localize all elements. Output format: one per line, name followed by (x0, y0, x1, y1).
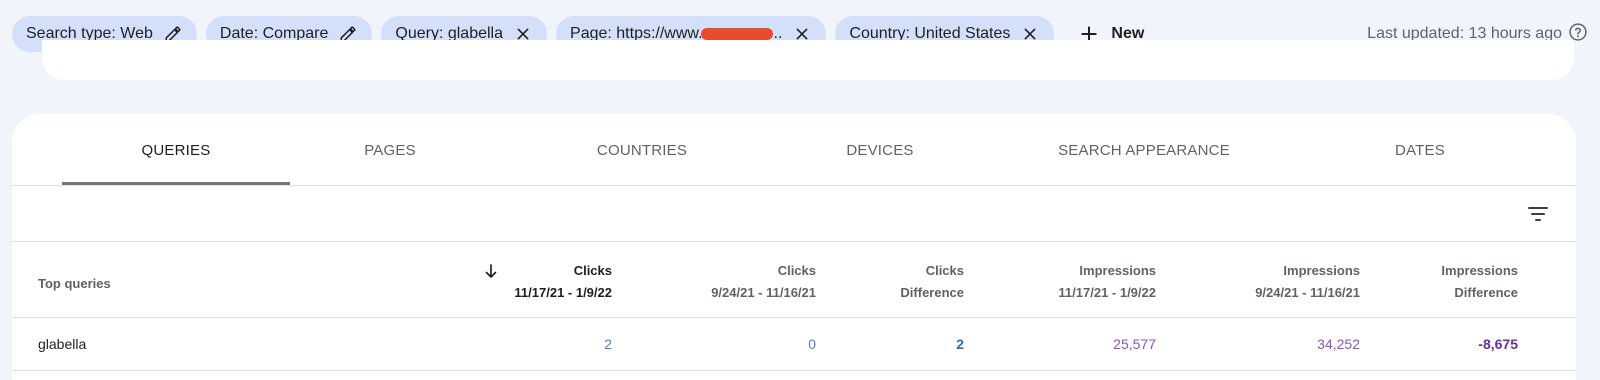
column-header-clicks-previous[interactable]: Clicks 9/24/21 - 11/16/21 (711, 260, 816, 304)
active-tab-indicator (62, 182, 290, 185)
clicks-current-cell: 2 (604, 336, 612, 352)
clicks-previous-cell: 0 (808, 336, 816, 352)
column-header-title: Clicks (573, 263, 612, 278)
column-header-impressions-difference[interactable]: Impressions Difference (1441, 260, 1518, 304)
column-header-title: Clicks (925, 263, 964, 278)
arrow-down-icon[interactable] (482, 262, 500, 280)
column-header-sub: Difference (900, 285, 964, 300)
column-header-title: Impressions (1283, 263, 1360, 278)
impressions-current-cell: 25,577 (1113, 336, 1156, 352)
query-cell[interactable]: glabella (38, 336, 86, 352)
tab-search-appearance[interactable]: SEARCH APPEARANCE (1024, 114, 1264, 186)
column-header-sub: 11/17/21 - 1/9/22 (514, 285, 612, 300)
table-row[interactable]: glabella 2 0 2 25,577 34,252 -8,675 (12, 319, 1576, 371)
column-header-title: Impressions (1079, 263, 1156, 278)
clicks-difference-cell: 2 (956, 336, 964, 352)
column-header-clicks-current[interactable]: Clicks 11/17/21 - 1/9/22 (514, 260, 612, 304)
table-header: Top queries Clicks 11/17/21 - 1/9/22 Cli… (12, 242, 1576, 318)
column-header-sub: 9/24/21 - 11/16/21 (1255, 285, 1360, 300)
dimension-tabs: QUERIES PAGES COUNTRIES DEVICES SEARCH A… (12, 114, 1576, 186)
tab-queries[interactable]: QUERIES (62, 114, 290, 186)
column-header-sub: Difference (1454, 285, 1518, 300)
tab-countries[interactable]: COUNTRIES (542, 114, 742, 186)
tab-pages[interactable]: PAGES (300, 114, 480, 186)
table-toolbar (12, 186, 1576, 242)
column-header-impressions-previous[interactable]: Impressions 9/24/21 - 11/16/21 (1255, 260, 1360, 304)
column-header-clicks-difference[interactable]: Clicks Difference (900, 260, 964, 304)
impressions-previous-cell: 34,252 (1317, 336, 1360, 352)
impressions-difference-cell: -8,675 (1478, 336, 1518, 352)
previous-card-edge (42, 40, 1574, 80)
column-header-sub: 11/17/21 - 1/9/22 (1058, 285, 1156, 300)
column-header-title: Impressions (1441, 263, 1518, 278)
tab-dates[interactable]: DATES (1330, 114, 1510, 186)
column-header-top-queries: Top queries (38, 276, 111, 291)
column-header-sub: 9/24/21 - 11/16/21 (711, 285, 816, 300)
column-header-title: Clicks (777, 263, 816, 278)
redaction-mark (700, 27, 773, 40)
report-table-card: QUERIES PAGES COUNTRIES DEVICES SEARCH A… (12, 114, 1576, 380)
tab-devices[interactable]: DEVICES (780, 114, 980, 186)
filter-list-icon[interactable] (1526, 202, 1550, 226)
column-header-impressions-current[interactable]: Impressions 11/17/21 - 1/9/22 (1058, 260, 1156, 304)
